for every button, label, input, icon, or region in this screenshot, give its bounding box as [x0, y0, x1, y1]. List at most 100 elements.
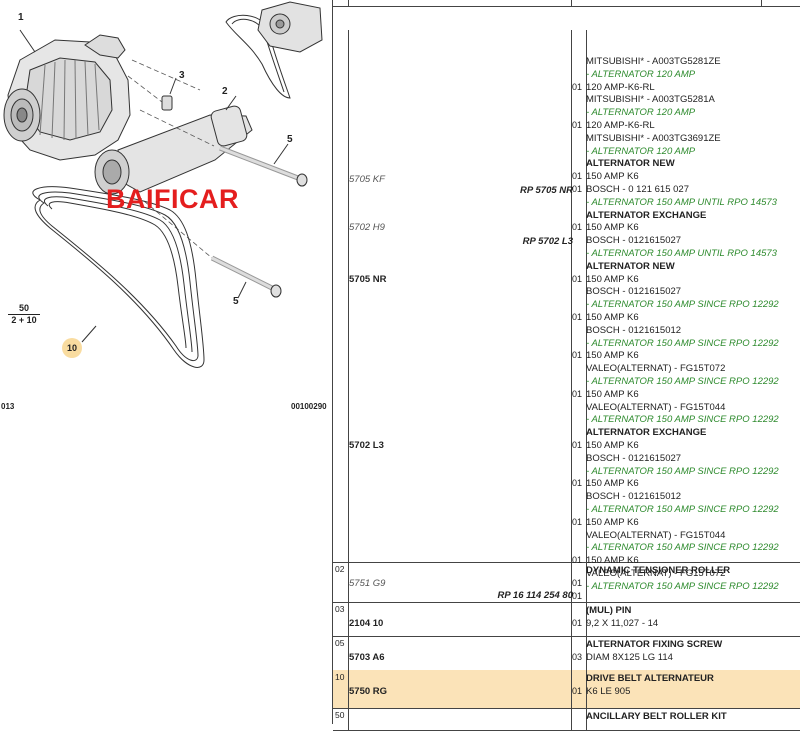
pin-drawing [161, 77, 177, 111]
part-reference[interactable]: 5750 RG [349, 686, 387, 697]
part-description: 150 AMP K6 [586, 222, 639, 234]
line-number: 50 [335, 710, 345, 720]
part-reference[interactable]: 5751 G9 [349, 578, 385, 589]
parts-table: 5705 KF 5702 H9 5705 NR 5702 L3 RP 5705 NR RP… [332, 0, 800, 731]
table-row[interactable]: 05 5703 A6 ALTERNATOR FIXING SCREW 03 DIAM 8… [333, 636, 800, 671]
part-description: VALEO(ALTERNAT) - FG15T044 [586, 529, 726, 541]
part-description: 150 AMP K6 [586, 440, 639, 451]
part-description: VALEO(ALTERNAT) - FG15T072 [586, 363, 726, 375]
line-number: 02 [335, 564, 345, 574]
part-title: DYNAMIC TENSIONER ROLLER [586, 565, 731, 576]
part-description: 150 AMP K6 [586, 388, 639, 400]
part-reference[interactable]: 5705 NR [349, 274, 387, 285]
part-note: - ALTERNATOR 150 AMP SINCE RPO 12292 [586, 376, 779, 387]
quantity-value: 01 [572, 120, 583, 130]
quantity-value: 03 [572, 651, 583, 662]
part-title: (MUL) PIN [586, 605, 632, 616]
diagram-ref-left: 013 [1, 402, 15, 411]
part-description: K6 LE 905 [586, 685, 631, 697]
part-reference[interactable]: 5705 KF [349, 174, 385, 185]
quantity-value: 01 [572, 184, 583, 194]
screw-upper-drawing [219, 143, 308, 187]
fraction-numerator: 50 [8, 303, 40, 315]
part-description: 9,2 X 11,027 - 14 [586, 617, 659, 629]
quantity-value: 01 [572, 171, 583, 182]
part-description: 150 AMP K6 [586, 273, 639, 285]
callout-10-highlighted[interactable]: 10 [62, 338, 82, 358]
callout-3: 3 [179, 70, 185, 81]
callout-5-upper: 5 [287, 134, 293, 145]
quantity-value: 01 [572, 685, 583, 696]
line-number-cell: 05 [333, 636, 349, 670]
line-number-cell: 10 [333, 670, 349, 708]
screw-lower-drawing [210, 255, 282, 299]
quantity-value: 01 [572, 590, 583, 601]
line-number: 10 [335, 672, 345, 682]
callout-1: 1 [18, 12, 24, 23]
part-title: DRIVE BELT ALTERNATEUR [586, 673, 714, 684]
quantity-value: 01 [572, 81, 583, 92]
line-number: 03 [335, 604, 345, 614]
quantity-value: 01 [572, 440, 583, 450]
part-reference[interactable]: 5703 A6 [349, 652, 385, 663]
part-reference[interactable]: 5702 L3 [349, 440, 384, 451]
part-description: BOSCH - 0121615012 [586, 324, 682, 336]
part-title: ALTERNATOR NEW [586, 260, 675, 272]
line-number-cell: 03 [333, 602, 349, 636]
line-number-cell: 50 [333, 708, 349, 730]
quantity-column [571, 708, 587, 730]
quantity-value: 01 [572, 222, 583, 233]
part-description: BOSCH - 0121615027 [586, 235, 682, 247]
engine-overview-drawing [225, 1, 323, 99]
line-number-cell: 02 [333, 562, 349, 602]
quantity-value: 01 [572, 273, 583, 284]
part-description: MITSUBISHI* - A003TG3691ZE [586, 132, 721, 144]
fraction-denominator: 2 + 10 [11, 315, 37, 325]
replacement-part-number[interactable]: RP 5705 NR [520, 185, 573, 196]
line-number-cell [333, 30, 349, 562]
part-description: 150 AMP K6 [586, 312, 639, 323]
part-description: BOSCH - 0121615012 [586, 491, 682, 503]
diagram-ref-right: 00100290 [291, 402, 327, 411]
part-description: BOSCH - 0121615027 [586, 452, 682, 464]
part-description: 120 AMP-K6-RL [586, 120, 655, 131]
table-row[interactable]: 50 ANCILLARY BELT ROLLER KIT [333, 708, 800, 731]
table-header-strip [333, 0, 800, 7]
watermark-text: BAIFICAR [106, 184, 239, 214]
table-row[interactable]: 03 2104 10 (MUL) PIN 01 9,2 X 11,027 - 14 [333, 602, 800, 637]
part-description: 150 AMP K6 [586, 350, 639, 362]
part-note: - ALTERNATOR 150 AMP SINCE RPO 12292 [586, 504, 779, 515]
part-description: DIAM 8X125 LG 114 [586, 651, 673, 663]
parts-diagram: 1 2 3 5 5 BAIFICAR 50 2 + 10 10 013 0010… [0, 0, 332, 724]
part-note: - ALTERNATOR 150 AMP UNTIL RPO 14573 [586, 248, 777, 259]
quantity-value: 01 [572, 516, 583, 527]
part-title: ALTERNATOR EXCHANGE [586, 209, 707, 221]
part-description: VALEO(ALTERNAT) - FG15T044 [586, 401, 726, 413]
part-title: ANCILLARY BELT ROLLER KIT [586, 711, 727, 722]
part-note: - ALTERNATOR 150 AMP SINCE RPO 12292 [586, 465, 779, 477]
part-reference[interactable]: 5702 H9 [349, 222, 385, 233]
quantity-value: 01 [572, 617, 583, 628]
part-note: - ALTERNATOR 120 AMP [586, 145, 696, 157]
table-row[interactable]: 5705 KF 5702 H9 5705 NR 5702 L3 RP 5705 NR RP… [333, 30, 800, 592]
part-description: 150 AMP K6 [586, 171, 639, 183]
part-note: - ALTERNATOR 120 AMP [586, 107, 696, 119]
diagram-drawing [3, 1, 323, 368]
part-reference[interactable]: 2104 10 [349, 618, 383, 629]
part-description: MITSUBISHI* - A003TG5281A [586, 94, 715, 106]
part-note: - ALTERNATOR 150 AMP SINCE RPO 12292 [586, 542, 779, 554]
part-title: ALTERNATOR EXCHANGE [586, 427, 707, 439]
replacement-part-number[interactable]: RP 16 114 254 80 [497, 590, 573, 601]
quantity-value: 01 [572, 350, 583, 361]
replacement-part-number[interactable]: RP 5702 L3 [523, 236, 573, 247]
quantity-value: 01 [572, 577, 583, 588]
quantity-value: 01 [572, 388, 583, 399]
table-row[interactable]: 10 5750 RG DRIVE BELT ALTERNATEUR 01 K6 LE 9… [333, 670, 800, 709]
table-row[interactable]: 02 5751 G9 RP 16 114 254 80 DYNAMIC TENSION… [333, 562, 800, 603]
part-title: ALTERNATOR FIXING SCREW [586, 639, 723, 650]
part-description: 150 AMP K6 [586, 478, 639, 490]
quantity-fraction: 50 2 + 10 [8, 303, 40, 325]
quantity-value: 01 [572, 478, 583, 489]
part-description: BOSCH - 0 121 615 027 [586, 184, 689, 195]
part-description: BOSCH - 0121615027 [586, 286, 682, 298]
